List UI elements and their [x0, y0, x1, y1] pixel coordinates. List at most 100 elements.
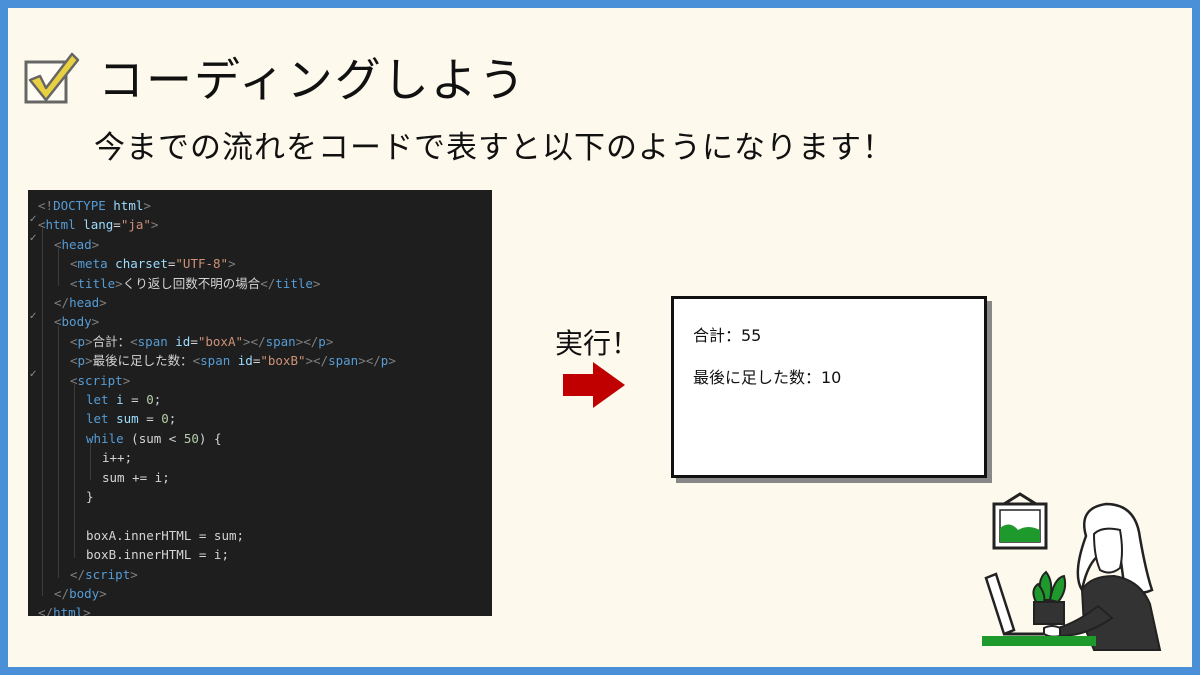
code-token: > — [85, 353, 93, 369]
code-token: = — [190, 333, 198, 349]
code-token: id — [230, 353, 253, 369]
code-token: > — [91, 236, 100, 252]
code-token: < — [70, 275, 78, 291]
code-token: p — [77, 333, 86, 349]
code-token: > — [228, 256, 236, 272]
code-token: body — [69, 586, 100, 601]
code-token: ></ — [305, 353, 329, 369]
code-token: p — [318, 333, 326, 349]
code-token: > — [325, 333, 334, 349]
code-token: html — [53, 605, 84, 616]
code-line: <html lang="ja"> — [38, 215, 158, 234]
run-label: 実行！ — [555, 327, 640, 360]
code-token: head — [69, 295, 100, 310]
code-token: > — [99, 586, 107, 601]
code-line: </html> — [38, 603, 91, 616]
code-token: ) { — [198, 430, 222, 446]
code-token: </ — [260, 275, 276, 291]
code-token: } — [86, 489, 94, 504]
code-token: html — [105, 198, 144, 213]
code-token: > — [99, 295, 107, 310]
code-token: ; — [168, 411, 177, 427]
code-line: while (sum < 50) { — [86, 429, 222, 448]
code-line: boxB.innerHTML = i; — [86, 545, 229, 564]
code-line: <head> — [54, 235, 99, 254]
code-token: ; — [153, 392, 162, 407]
code-token: </ — [54, 295, 70, 310]
code-token: let — [86, 392, 109, 407]
code-editor: ✓ ✓ ✓ ✓ <!DOCTYPE html> <html lang="ja"> <… — [28, 190, 492, 616]
code-token: while — [86, 430, 124, 446]
code-line: <meta charset="UTF-8"> — [70, 254, 236, 273]
code-token: id — [167, 333, 191, 349]
code-token: < — [70, 256, 78, 272]
code-line: let i = 0; — [86, 390, 161, 409]
code-token: < — [70, 333, 78, 349]
code-token: sum += i; — [102, 469, 170, 485]
code-token: span — [265, 333, 296, 349]
code-line: </script> — [70, 565, 138, 584]
code-token: > — [115, 275, 123, 291]
code-line: i++; — [102, 448, 132, 467]
code-token: let — [86, 411, 109, 427]
indent-guide — [74, 384, 75, 558]
code-token: title — [275, 275, 313, 291]
code-token: p — [77, 353, 86, 369]
code-token: (sum < — [123, 430, 184, 446]
fold-marker[interactable]: ✓ — [29, 369, 37, 380]
fold-marker[interactable]: ✓ — [29, 233, 37, 244]
code-token: html — [45, 217, 76, 233]
result-sum: 合計：55 — [693, 326, 762, 345]
code-token: boxB.innerHTML = i; — [86, 547, 229, 563]
code-token: > — [312, 275, 321, 291]
slide: コーディングしよう 今までの流れをコードで表すと以下のようになります！ ✓ ✓ … — [8, 8, 1192, 667]
code-token: > — [130, 566, 138, 582]
fold-marker[interactable]: ✓ — [29, 311, 37, 322]
code-token: span — [328, 353, 359, 369]
code-line: <p>最後に足した数：<span id="boxB"></span></p> — [70, 351, 396, 370]
code-token: = — [123, 392, 147, 407]
code-token: DOCTYPE — [53, 198, 106, 213]
fold-marker[interactable]: ✓ — [29, 214, 37, 225]
code-line: <!DOCTYPE html> — [38, 196, 151, 215]
code-token: head — [61, 236, 92, 252]
code-token: script — [85, 566, 131, 582]
code-line: <body> — [54, 312, 99, 331]
code-token: <! — [38, 198, 54, 213]
code-token: < — [70, 353, 78, 369]
code-token: </ — [54, 586, 70, 601]
person-at-laptop-illustration — [982, 492, 1162, 651]
right-arrow-icon — [563, 362, 625, 408]
code-token: script — [77, 372, 123, 388]
code-token: > — [388, 353, 396, 369]
code-token: > — [91, 314, 100, 330]
code-token: > — [150, 217, 159, 233]
code-token: lang — [75, 217, 114, 233]
code-token: < — [54, 236, 62, 252]
code-token: span — [200, 353, 231, 369]
code-token: くり返し回数不明の場合 — [122, 275, 261, 291]
code-token: i++; — [102, 450, 133, 466]
check-icon — [24, 52, 80, 104]
code-token: > — [143, 198, 151, 213]
code-line: </body> — [54, 584, 107, 603]
code-token: ></ — [243, 333, 266, 349]
code-token: ></ — [295, 333, 319, 349]
code-token: < — [38, 217, 46, 233]
code-token: span — [137, 333, 168, 349]
code-token: "ja" — [120, 217, 151, 233]
code-token: charset — [107, 256, 168, 272]
result-last-number: 最後に足した数：10 — [693, 368, 842, 387]
code-token: 0 — [146, 392, 154, 407]
code-line: } — [86, 487, 94, 506]
code-token: ></ — [358, 353, 381, 369]
code-line: sum += i; — [102, 468, 170, 487]
page-subtitle: 今までの流れをコードで表すと以下のようになります！ — [94, 130, 894, 166]
code-token: < — [54, 314, 62, 330]
code-line: boxA.innerHTML = sum; — [86, 526, 244, 545]
page-title: コーディングしよう — [98, 53, 527, 107]
result-window: 合計：55 最後に足した数：10 — [671, 296, 987, 478]
code-token: < — [70, 372, 78, 388]
code-token: 50 — [183, 430, 199, 446]
code-line: let sum = 0; — [86, 409, 176, 428]
